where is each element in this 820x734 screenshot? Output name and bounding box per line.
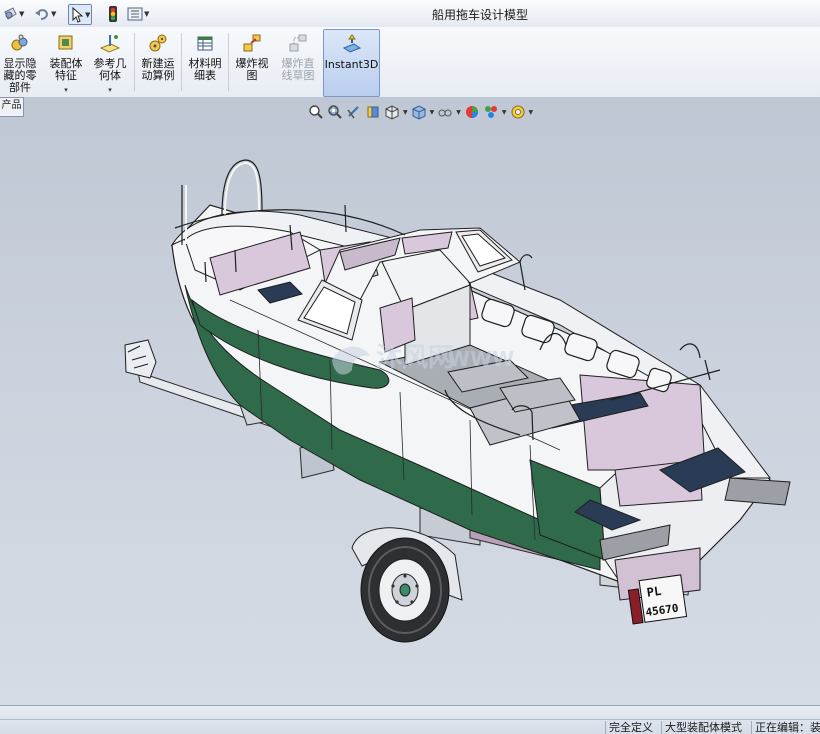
- chevron-down-icon[interactable]: ▼: [144, 10, 149, 18]
- new-motion-study-label: 新建运 动算例: [141, 57, 175, 82]
- ribbon-separator: [181, 33, 182, 91]
- bill-of-materials-button[interactable]: 材料明 细表: [184, 29, 226, 95]
- chevron-down-icon[interactable]: ▼: [51, 10, 56, 18]
- window-title: 船用拖车设计模型: [431, 8, 528, 22]
- motion-study-icon: [148, 33, 168, 56]
- edit-appearance-icon[interactable]: [464, 104, 480, 120]
- chevron-down-icon[interactable]: ▼: [403, 109, 408, 116]
- new-document-icon: [2, 6, 18, 22]
- watermark-text: 沐风网: [376, 343, 454, 373]
- options-button[interactable]: ▼: [127, 4, 149, 23]
- status-editing: 正在编辑：装: [751, 721, 820, 734]
- status-large-assembly-mode: 大型装配体模式: [661, 721, 745, 734]
- command-manager-ribbon: 显示隐 藏的零 部件 装配体 特征 ▾ 参考几 何体 ▾ 新建运 动算例 材料明…: [0, 27, 820, 98]
- chevron-down-icon[interactable]: ▾: [64, 84, 68, 96]
- zoom-to-fit-icon[interactable]: [308, 104, 324, 120]
- hide-show-items-icon[interactable]: [437, 104, 453, 120]
- bom-icon: [195, 33, 215, 56]
- new-motion-study-button[interactable]: 新建运 动算例: [137, 29, 179, 95]
- bill-of-materials-label: 材料明 细表: [188, 57, 222, 82]
- select-button[interactable]: ▼: [68, 4, 93, 25]
- chevron-down-icon[interactable]: ▼: [430, 109, 435, 116]
- view-orientation-icon[interactable]: [384, 104, 400, 120]
- instant3d-label: Instant3D: [324, 58, 379, 71]
- boat-trailer-model[interactable]: 沐风网 WWW PL 45670: [0, 97, 820, 705]
- chevron-down-icon[interactable]: ▼: [529, 109, 534, 116]
- reference-geometry-button[interactable]: 参考几 何体 ▾: [89, 29, 131, 95]
- exploded-view-button[interactable]: 爆炸视 图: [230, 29, 274, 95]
- reference-geometry-label: 参考几 何体: [93, 57, 127, 82]
- explode-line-icon: [287, 33, 309, 56]
- instant3d-icon: [341, 34, 363, 57]
- show-hidden-icon: [10, 33, 30, 56]
- assembly-feature-icon: [56, 33, 76, 56]
- chevron-down-icon[interactable]: ▼: [85, 11, 90, 19]
- undo-button[interactable]: ▼: [34, 4, 56, 23]
- watermark-url: WWW: [448, 347, 514, 371]
- exploded-view-icon: [241, 33, 263, 56]
- show-hidden-components-label: 显示隐 藏的零 部件: [3, 57, 37, 94]
- exploded-view-label: 爆炸视 图: [235, 57, 269, 82]
- show-hidden-components-button[interactable]: 显示隐 藏的零 部件: [0, 29, 40, 95]
- ribbon-separator: [134, 33, 135, 91]
- reference-geometry-icon: [99, 33, 121, 56]
- graphics-area[interactable]: 沐风网 WWW PL 45670: [0, 97, 820, 705]
- title-bar: ▼ ▼ ▼ ▼ 船用拖车设计模型: [0, 0, 820, 28]
- assembly-features-label: 装配体 特征: [49, 57, 83, 82]
- apply-scene-icon[interactable]: [483, 104, 499, 120]
- chevron-down-icon[interactable]: ▾: [108, 84, 112, 96]
- chevron-down-icon[interactable]: ▼: [502, 109, 507, 116]
- rebuild-button[interactable]: [108, 4, 118, 23]
- status-definition: 完全定义: [605, 721, 656, 734]
- new-document-button[interactable]: ▼: [2, 4, 24, 23]
- status-bar-divider: [0, 719, 820, 720]
- chevron-down-icon[interactable]: ▼: [456, 109, 461, 116]
- previous-view-icon[interactable]: [346, 104, 362, 120]
- license-plate-line1: PL: [646, 584, 662, 600]
- explode-line-sketch-label: 爆炸直 线草图: [281, 57, 315, 82]
- view-settings-icon[interactable]: [510, 104, 526, 120]
- display-style-icon[interactable]: [411, 104, 427, 120]
- assembly-features-button[interactable]: 装配体 特征 ▾: [45, 29, 87, 95]
- zoom-area-icon[interactable]: [327, 104, 343, 120]
- heads-up-view-toolbar: ▼ ▼ ▼ ▼ ▼: [308, 103, 533, 121]
- feature-manager-tab[interactable]: 产品: [0, 97, 24, 117]
- status-bar: 完全定义 大型装配体模式 正在编辑：装: [0, 705, 820, 734]
- undo-icon: [34, 6, 50, 22]
- trailer-wheel: [351, 527, 463, 643]
- select-arrow-icon: [70, 6, 84, 23]
- section-view-icon[interactable]: [365, 104, 381, 120]
- options-icon: [127, 6, 143, 22]
- rebuild-traffic-light-icon: [108, 5, 118, 23]
- ribbon-separator: [228, 33, 229, 91]
- instant3d-button[interactable]: Instant3D: [323, 29, 380, 97]
- chevron-down-icon[interactable]: ▼: [19, 10, 24, 18]
- explode-line-sketch-button[interactable]: 爆炸直 线草图: [276, 29, 320, 95]
